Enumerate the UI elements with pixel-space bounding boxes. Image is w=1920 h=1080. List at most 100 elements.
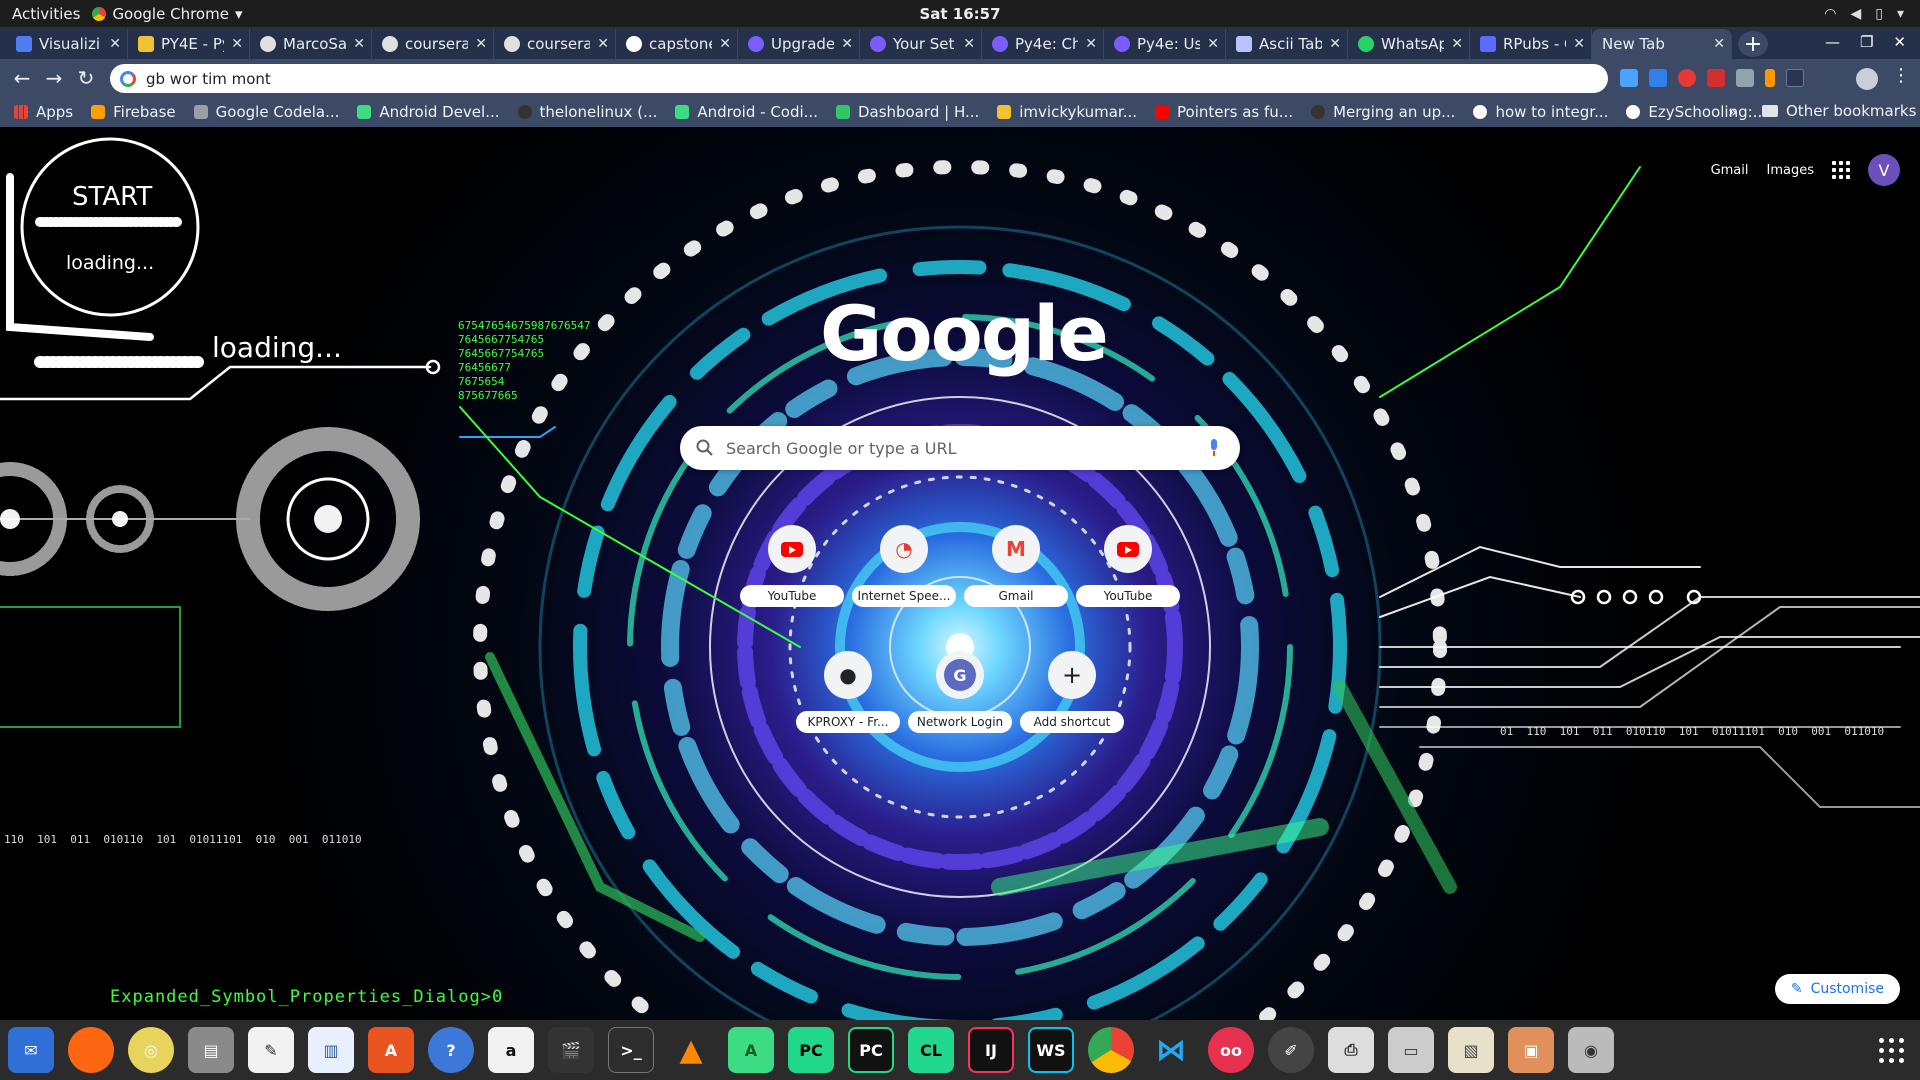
webstorm-icon[interactable]: WS — [1028, 1027, 1074, 1073]
tab[interactable]: Py4e: Us ✕ — [1104, 29, 1226, 59]
images-link[interactable]: Images — [1767, 163, 1815, 178]
microphone-icon[interactable] — [1208, 439, 1220, 457]
bookmark-apps[interactable]: Apps — [14, 103, 73, 121]
app-menu[interactable]: Google Chrome ▾ — [92, 5, 242, 23]
color-picker-icon[interactable]: ✐ — [1268, 1027, 1314, 1073]
bookmark-item[interactable]: Android Devel... — [357, 103, 500, 121]
address-bar-text[interactable]: gb wor tim mont — [146, 70, 271, 88]
more-vert-icon[interactable]: ⋮ — [1892, 65, 1910, 86]
close-icon[interactable]: ✕ — [1713, 36, 1725, 52]
extension-icon[interactable] — [1736, 69, 1754, 87]
bookmark-item[interactable]: how to integr... — [1473, 103, 1608, 121]
shortcut-tile[interactable]: G Network Login — [904, 635, 1016, 747]
address-bar[interactable]: gb wor tim mont — [110, 64, 1608, 93]
close-window-icon[interactable]: ✕ — [1893, 33, 1906, 51]
shortcut-tile[interactable]: YouTube — [1072, 509, 1184, 621]
bookmark-item[interactable]: thelonelinux (... — [517, 103, 657, 121]
extension-icon[interactable] — [1678, 69, 1696, 87]
pycharm-icon[interactable]: PC — [788, 1027, 834, 1073]
reload-icon[interactable]: ↻ — [70, 66, 102, 90]
close-icon[interactable]: ✕ — [475, 36, 487, 52]
intellij-icon[interactable]: IJ — [968, 1027, 1014, 1073]
customise-button[interactable]: ✎ Customise — [1774, 974, 1900, 1004]
shortcut-tile[interactable]: ● KPROXY - Fr... — [792, 635, 904, 747]
close-icon[interactable]: ✕ — [1573, 36, 1585, 52]
tab[interactable]: Ascii Tab ✕ — [1226, 29, 1348, 59]
tab[interactable]: MarcoSa ✕ — [250, 29, 372, 59]
tab[interactable]: Your Set ✕ — [860, 29, 982, 59]
close-icon[interactable]: ✕ — [231, 36, 243, 52]
amazon-icon[interactable]: a — [488, 1027, 534, 1073]
close-icon[interactable]: ✕ — [109, 36, 121, 52]
close-icon[interactable]: ✕ — [1085, 36, 1097, 52]
shortcut-tile[interactable]: YouTube — [736, 509, 848, 621]
new-tab-button[interactable]: + — [1738, 31, 1768, 57]
avatar[interactable]: V — [1868, 154, 1900, 186]
close-icon[interactable]: ✕ — [1329, 36, 1341, 52]
terminal-icon[interactable]: >_ — [608, 1027, 654, 1073]
extension-icon[interactable] — [1649, 69, 1667, 87]
extension-icon[interactable] — [1620, 69, 1638, 87]
scanner-icon[interactable]: ▭ — [1388, 1027, 1434, 1073]
tab[interactable]: Py4e: Ch ✕ — [982, 29, 1104, 59]
bookmark-item[interactable]: Merging an up... — [1311, 103, 1455, 121]
bookmark-item[interactable]: Firebase — [91, 103, 176, 121]
bookmark-item[interactable]: imvickykumar... — [997, 103, 1137, 121]
tab[interactable]: WhatsAp ✕ — [1348, 29, 1470, 59]
minimize-icon[interactable]: — — [1825, 33, 1840, 51]
help-icon[interactable]: ? — [428, 1027, 474, 1073]
close-icon[interactable]: ✕ — [719, 36, 731, 52]
show-applications-icon[interactable] — [1879, 1038, 1904, 1063]
extension-icon[interactable] — [1707, 69, 1725, 87]
bookmark-item[interactable]: Google Codela... — [193, 103, 339, 121]
video-editor-icon[interactable]: 🎬 — [548, 1027, 594, 1073]
gmail-link[interactable]: Gmail — [1711, 163, 1749, 178]
close-icon[interactable]: ✕ — [841, 36, 853, 52]
close-icon[interactable]: ✕ — [1207, 36, 1219, 52]
vlc-icon[interactable]: ▲ — [668, 1027, 714, 1073]
clion-icon[interactable]: CL — [908, 1027, 954, 1073]
extension-icon[interactable] — [1765, 69, 1775, 87]
google-apps-icon[interactable] — [1832, 161, 1850, 179]
close-icon[interactable]: ✕ — [353, 36, 365, 52]
bookmark-item[interactable]: Pointers as fu... — [1155, 103, 1293, 121]
other-bookmarks[interactable]: Other bookmarks — [1762, 102, 1916, 120]
android-studio-icon[interactable]: A — [728, 1027, 774, 1073]
tab[interactable]: capstone ✕ — [616, 29, 738, 59]
tab[interactable]: coursera ✕ — [494, 29, 616, 59]
screenshot-icon[interactable]: ◉ — [1568, 1027, 1614, 1073]
back-arrow-icon[interactable]: ← — [6, 66, 38, 90]
activities-button[interactable]: Activities — [0, 5, 92, 23]
forward-arrow-icon[interactable]: → — [38, 66, 70, 90]
system-tray[interactable]: ◠ ◀ ▯ ▾ — [1824, 6, 1904, 22]
bookmark-item[interactable]: Dashboard | H... — [835, 103, 979, 121]
tab-active[interactable]: New Tab ✕ — [1592, 29, 1732, 59]
maximize-icon[interactable]: ❐ — [1860, 33, 1873, 51]
flickr-icon[interactable]: oo — [1208, 1027, 1254, 1073]
vscode-icon[interactable]: ⋈ — [1148, 1027, 1194, 1073]
close-icon[interactable]: ✕ — [963, 36, 975, 52]
tab[interactable]: PY4E - Py ✕ — [128, 29, 250, 59]
software-icon[interactable]: A — [368, 1027, 414, 1073]
text-editor-icon[interactable]: ✎ — [248, 1027, 294, 1073]
extension-icon[interactable] — [1786, 69, 1804, 87]
image-viewer-icon[interactable]: ▧ — [1448, 1027, 1494, 1073]
libreoffice-writer-icon[interactable]: ▥ — [308, 1027, 354, 1073]
shortcut-tile[interactable]: M Gmail — [960, 509, 1072, 621]
tab[interactable]: RPubs - C ✕ — [1470, 29, 1592, 59]
search-box[interactable]: Search Google or type a URL — [680, 426, 1240, 470]
pycharm-pro-icon[interactable]: PC — [848, 1027, 894, 1073]
close-icon[interactable]: ✕ — [1451, 36, 1463, 52]
printer-icon[interactable]: ⎙ — [1328, 1027, 1374, 1073]
thunderbird-icon[interactable]: ✉ — [8, 1027, 54, 1073]
bookmarks-overflow-button[interactable]: » — [1728, 103, 1737, 121]
firefox-icon[interactable] — [68, 1027, 114, 1073]
search-placeholder[interactable]: Search Google or type a URL — [726, 439, 1196, 458]
bookmark-item[interactable]: Android - Codi... — [675, 103, 818, 121]
archive-icon[interactable]: ▣ — [1508, 1027, 1554, 1073]
chrome-icon[interactable] — [1088, 1027, 1134, 1073]
add-shortcut-tile[interactable]: + Add shortcut — [1016, 635, 1128, 747]
tab[interactable]: coursera ✕ — [372, 29, 494, 59]
bookmark-item[interactable]: EzySchooling:... — [1626, 103, 1767, 121]
shortcut-tile[interactable]: ◔ Internet Spee... — [848, 509, 960, 621]
